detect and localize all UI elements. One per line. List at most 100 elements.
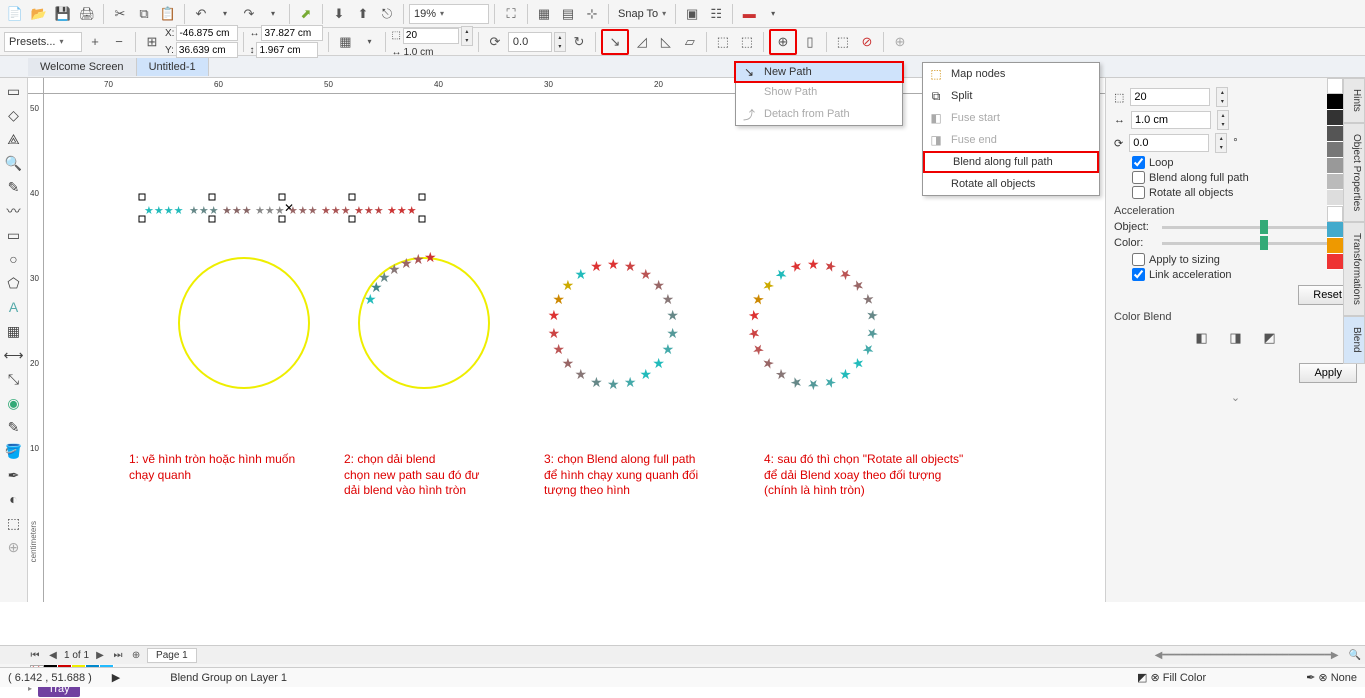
height-input[interactable]: [256, 42, 318, 58]
loop-checkbox[interactable]: [1132, 156, 1145, 169]
steps-spinner[interactable]: ▴▾: [461, 26, 473, 46]
outline-tool-icon[interactable]: ✒: [3, 464, 25, 486]
outline-indicator[interactable]: ✒ ⊗ None: [1306, 671, 1357, 684]
angle-spinner[interactable]: ▴▾: [554, 32, 566, 52]
paste-icon[interactable]: 📋: [157, 3, 179, 25]
redo-icon[interactable]: ↷: [238, 3, 260, 25]
color-dk1[interactable]: [1327, 110, 1343, 126]
freehand-tool-icon[interactable]: ✎: [3, 176, 25, 198]
undo-icon[interactable]: ↶: [190, 3, 212, 25]
add-preset-icon[interactable]: +: [84, 31, 106, 53]
docker-steps-spinner[interactable]: ▴▾: [1216, 87, 1228, 107]
menu-fuse-end[interactable]: ◨Fuse end: [923, 129, 1099, 151]
menu-fuse-start[interactable]: ◧Fuse start: [923, 107, 1099, 129]
color-gray2[interactable]: [1327, 158, 1343, 174]
loop-icon[interactable]: ↻: [568, 31, 590, 53]
connector-tool-icon[interactable]: ⤡: [3, 368, 25, 390]
cut-icon[interactable]: ✂: [109, 3, 131, 25]
open-file-icon[interactable]: 📂: [28, 3, 50, 25]
print-icon[interactable]: 🖨: [76, 3, 98, 25]
pick-tool-icon[interactable]: ▭: [3, 80, 25, 102]
steps-input[interactable]: [403, 28, 459, 44]
fill-indicator[interactable]: ◩ ⊗ Fill Color: [1137, 671, 1206, 684]
docker-tab-hints[interactable]: Hints: [1343, 78, 1365, 123]
apply-button[interactable]: Apply: [1299, 363, 1357, 383]
page-prev-icon[interactable]: ◀: [46, 650, 60, 661]
import-icon[interactable]: ⬇: [328, 3, 350, 25]
menu-map-nodes[interactable]: ⬚Map nodes: [923, 63, 1099, 85]
apply-sizing-checkbox[interactable]: [1132, 253, 1145, 266]
blend-btn5[interactable]: ⬚: [712, 31, 734, 53]
remove-preset-icon[interactable]: −: [108, 31, 130, 53]
ruler-vertical[interactable]: 50 40 30 20 10 centimeters: [28, 94, 44, 602]
color-orange[interactable]: [1327, 238, 1343, 254]
polygon-tool-icon[interactable]: ⬠: [3, 272, 25, 294]
menu-new-path[interactable]: ↘New Path: [734, 61, 904, 83]
color-none[interactable]: [1327, 78, 1343, 94]
export-icon[interactable]: ⬆: [352, 3, 374, 25]
page-next-icon[interactable]: ▶: [93, 650, 107, 661]
color-cyan[interactable]: [1327, 222, 1343, 238]
docker-angle-input[interactable]: [1129, 134, 1209, 152]
clear-blend-icon[interactable]: ⊘: [856, 31, 878, 53]
blend-btn9[interactable]: ⬚: [832, 31, 854, 53]
options1-icon[interactable]: ▣: [681, 3, 703, 25]
color-blend-1-icon[interactable]: ◧: [1191, 327, 1213, 349]
color-gray4[interactable]: [1327, 190, 1343, 206]
blend-btn4[interactable]: ▱: [679, 31, 701, 53]
color-blend-3-icon[interactable]: ◩: [1259, 327, 1281, 349]
blend-type-drop[interactable]: ▾: [358, 31, 380, 53]
blend-btn2[interactable]: ◿: [631, 31, 653, 53]
app-launch-icon[interactable]: ▬: [738, 3, 760, 25]
ruler-corner[interactable]: [28, 78, 44, 94]
dimension-tool-icon[interactable]: ⟷: [3, 344, 25, 366]
color-blend-2-icon[interactable]: ◨: [1225, 327, 1247, 349]
menu-detach-path[interactable]: ⤴Detach from Path: [736, 103, 902, 125]
rectangle-tool-icon[interactable]: ▭: [3, 224, 25, 246]
docker-steps-input[interactable]: [1130, 88, 1210, 106]
text-tool-icon[interactable]: A: [3, 296, 25, 318]
artistic-tool-icon[interactable]: 〰: [3, 200, 25, 222]
color-dk2[interactable]: [1327, 126, 1343, 142]
docker-dist-spinner[interactable]: ▴▾: [1217, 110, 1229, 130]
docker-dist-input[interactable]: [1131, 111, 1211, 129]
blend-full-checkbox[interactable]: [1132, 171, 1145, 184]
position-icon[interactable]: ⊞: [141, 31, 163, 53]
menu-split[interactable]: ⧉Split: [923, 85, 1099, 107]
y-input[interactable]: [176, 42, 238, 58]
page-last-icon[interactable]: ⏭: [111, 650, 125, 661]
crop-tool-icon[interactable]: ⟁: [3, 128, 25, 150]
color-gray1[interactable]: [1327, 142, 1343, 158]
options2-icon[interactable]: ☷: [705, 3, 727, 25]
eyedropper-tool-icon[interactable]: ✎: [3, 416, 25, 438]
expand-tools-icon[interactable]: ⊕: [3, 536, 25, 558]
new-file-icon[interactable]: 📄: [4, 3, 26, 25]
color-red[interactable]: [1327, 254, 1343, 270]
undo-drop-icon[interactable]: ▾: [214, 3, 236, 25]
blend-btn8[interactable]: ▯: [799, 31, 821, 53]
blend-btn6[interactable]: ⬚: [736, 31, 758, 53]
effects-tool-icon[interactable]: ◉: [3, 392, 25, 414]
fill-tool-icon[interactable]: 🪣: [3, 440, 25, 462]
angle-input[interactable]: 0.0: [508, 32, 552, 52]
redo-drop-icon[interactable]: ▾: [262, 3, 284, 25]
transparency-tool-icon[interactable]: ◐: [3, 488, 25, 510]
docker-tab-properties[interactable]: Object Properties: [1343, 123, 1365, 222]
launch-icon[interactable]: ⬈: [295, 3, 317, 25]
app-drop-icon[interactable]: ▾: [762, 3, 784, 25]
direction-icon[interactable]: ⟳: [484, 31, 506, 53]
extra-tool-icon[interactable]: ⬚: [3, 512, 25, 534]
page-tab[interactable]: Page 1: [147, 648, 197, 663]
blend-btn3[interactable]: ◺: [655, 31, 677, 53]
grid-icon[interactable]: ▤: [557, 3, 579, 25]
path-properties-button[interactable]: ↘: [601, 29, 629, 55]
save-icon[interactable]: 💾: [52, 3, 74, 25]
x-input[interactable]: [176, 25, 238, 41]
tab-welcome[interactable]: Welcome Screen: [28, 58, 137, 76]
copy-icon[interactable]: ⧉: [133, 3, 155, 25]
collapse-icon[interactable]: ⌄: [1114, 391, 1357, 404]
docker-tab-transformations[interactable]: Transformations: [1343, 222, 1365, 316]
docker-angle-spinner[interactable]: ▴▾: [1215, 133, 1227, 153]
snap-dropdown[interactable]: Snap To ▾: [614, 4, 670, 24]
menu-show-path[interactable]: Show Path: [736, 81, 902, 103]
